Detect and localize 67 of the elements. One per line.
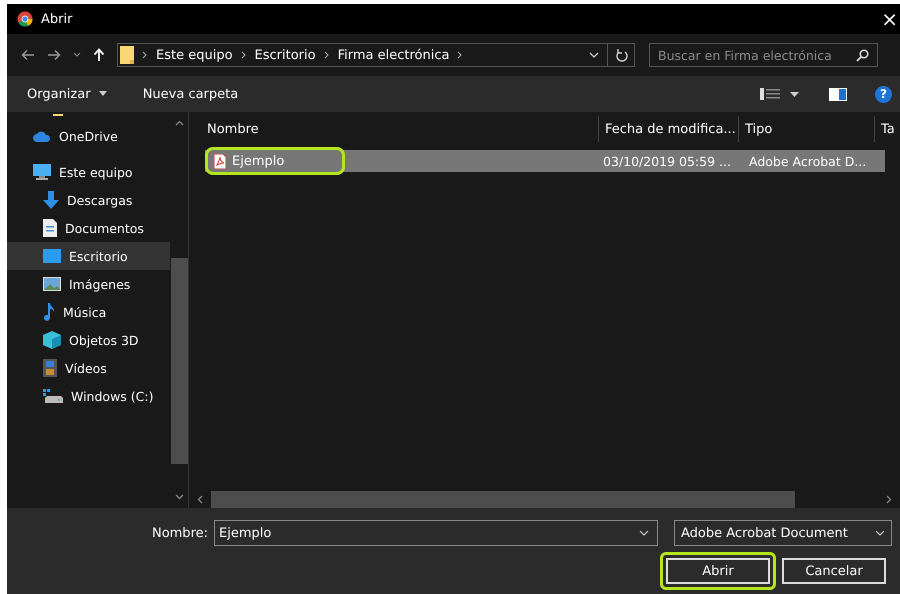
scroll-right-icon[interactable] [886, 494, 892, 504]
down-arrow-icon [43, 191, 59, 209]
refresh-icon[interactable] [616, 48, 628, 62]
sidebar-item[interactable]: Windows (C:) [7, 382, 170, 410]
new-folder-button[interactable]: Nueva carpeta [136, 82, 244, 106]
column-header[interactable]: Ta [875, 116, 900, 142]
preview-pane-icon[interactable] [829, 88, 847, 100]
breadcrumb-item[interactable]: Este equipo [156, 48, 233, 62]
scroll-down-icon[interactable] [174, 494, 184, 500]
column-header[interactable]: Nombre [189, 116, 599, 142]
file-name-cell: Ejemplo [205, 147, 345, 175]
view-options-icon[interactable] [760, 88, 780, 100]
dropdown-arrow-icon [98, 91, 107, 96]
cube-icon [43, 331, 61, 349]
help-icon[interactable]: ? [875, 86, 892, 102]
up-arrow-icon[interactable] [93, 48, 105, 62]
dialog-button[interactable]: Cancelar [782, 558, 886, 584]
dropdown-arrow-icon[interactable] [790, 92, 799, 96]
sidebar-item[interactable]: Vídeos [7, 354, 170, 382]
chevron-right-icon [240, 51, 247, 59]
file-type-dropdown[interactable]: Adobe Acrobat Document [674, 520, 892, 546]
organize-button[interactable]: Organizar [21, 82, 113, 106]
date-cell-text: 03/10/2019 05:59 ... [602, 154, 732, 168]
chevron-down-icon [875, 530, 885, 536]
file-name-label: Nombre: [152, 526, 208, 540]
chevron-right-icon [457, 51, 464, 59]
folder-icon [120, 46, 134, 64]
sidebar-item[interactable]: Música [7, 298, 170, 326]
chevron-right-icon [324, 51, 330, 59]
forward-arrow-icon[interactable] [47, 49, 61, 61]
film-strip-icon [43, 359, 57, 377]
window-title: Abrir [41, 12, 72, 26]
scroll-left-icon[interactable] [197, 494, 203, 504]
monitor-icon [33, 164, 51, 180]
back-arrow-icon[interactable] [21, 49, 35, 61]
column-header[interactable]: Fecha de modifica... [599, 116, 739, 142]
file-row[interactable]: Ejemplo 03/10/2019 05:59 ... Adobe Acrobat D... [205, 150, 885, 172]
chevron-down-icon[interactable] [639, 530, 649, 536]
music-note-icon [43, 303, 55, 321]
column-header[interactable]: Tipo [739, 116, 875, 142]
address-bar[interactable]: Este equipo Escritorio Firma electrónica [117, 43, 635, 67]
type-cell-text: Adobe Acrobat D... [748, 154, 866, 168]
sidebar-item[interactable]: OneDrive [7, 122, 170, 150]
sidebar-item[interactable]: Descargas [7, 186, 170, 214]
file-name-field[interactable]: Ejemplo [214, 520, 658, 546]
sidebar-item[interactable]: Documentos [7, 214, 170, 242]
search-icon [856, 48, 869, 62]
drive-icon [43, 389, 63, 403]
scroll-up-icon[interactable] [174, 120, 184, 126]
sidebar-item[interactable]: Escritorio [7, 242, 170, 270]
breadcrumb-item[interactable]: Firma electrónica [338, 48, 450, 62]
close-button[interactable]: × [871, 7, 900, 31]
chevron-down-icon[interactable] [589, 52, 599, 58]
desktop-icon [43, 249, 61, 263]
landscape-image-icon [43, 277, 61, 291]
sidebar-item[interactable]: Objetos 3D [7, 326, 170, 354]
pdf-file-icon [214, 154, 226, 168]
dialog-button[interactable]: Abrir [666, 558, 770, 584]
cloud-icon [33, 130, 51, 142]
document-icon [43, 219, 57, 237]
chevron-down-icon[interactable] [73, 52, 81, 58]
sidebar-item[interactable]: Este equipo [7, 158, 170, 186]
sidebar-item[interactable]: Imágenes [7, 270, 170, 298]
breadcrumb-item[interactable]: Escritorio [254, 48, 316, 62]
chevron-right-icon [142, 51, 148, 59]
browser-logo-icon [17, 11, 33, 27]
search-field[interactable]: Buscar en Firma electrónica [649, 43, 878, 67]
